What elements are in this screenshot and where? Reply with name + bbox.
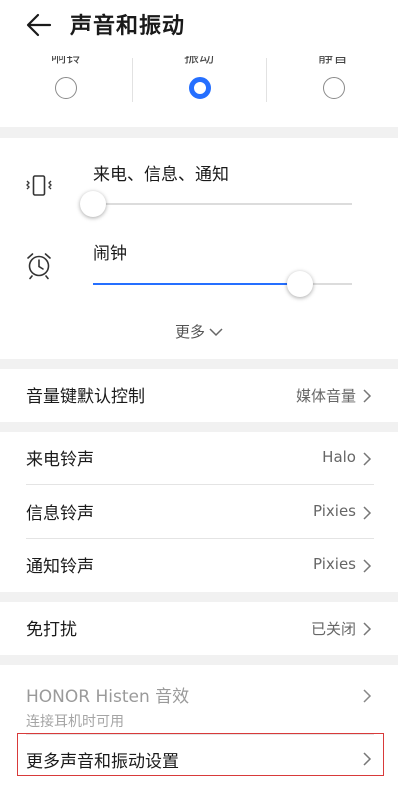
arrow-left-icon[interactable] bbox=[26, 12, 52, 38]
alarm-volume-thumb[interactable] bbox=[287, 271, 314, 297]
vibrate-phone-icon bbox=[26, 175, 52, 196]
row-title: 来电铃声 bbox=[26, 450, 94, 470]
chevron-right-icon bbox=[363, 622, 372, 636]
row-title: 信息铃声 bbox=[26, 504, 94, 524]
volume-card: 来电、信息、通知 闹钟 更多 bbox=[0, 138, 398, 359]
message-ringtone-row[interactable]: 信息铃声 Pixies bbox=[0, 486, 398, 539]
sound-mode-selector: 响铃 振动 静音 bbox=[0, 56, 398, 127]
notification-ringtone-row[interactable]: 通知铃声 Pixies bbox=[0, 539, 398, 592]
radio-vibrate[interactable] bbox=[189, 77, 211, 99]
dnd-row[interactable]: 免打扰 已关闭 bbox=[0, 602, 398, 655]
chevron-right-icon bbox=[363, 389, 372, 403]
alarm-volume-slider[interactable] bbox=[93, 271, 352, 297]
alarm-clock-icon bbox=[27, 253, 51, 280]
row-title: 通知铃声 bbox=[26, 557, 94, 577]
ring-volume-thumb[interactable] bbox=[80, 191, 106, 217]
mode-option-silent[interactable]: 静音 bbox=[267, 56, 398, 127]
histen-row[interactable]: HONOR Histen 音效 连接耳机时可用 bbox=[0, 665, 398, 735]
row-value: Halo bbox=[322, 448, 356, 466]
more-volumes-button[interactable]: 更多 bbox=[0, 321, 398, 342]
mode-label-vibrate: 振动 bbox=[183, 56, 214, 66]
mode-label-silent: 静音 bbox=[317, 56, 348, 66]
page-title: 声音和振动 bbox=[70, 14, 186, 39]
alarm-volume-label: 闹钟 bbox=[93, 244, 127, 264]
volume-key-row[interactable]: 音量键默认控制 媒体音量 bbox=[0, 369, 398, 422]
ring-volume-slider[interactable] bbox=[80, 191, 352, 217]
chevron-right-icon bbox=[363, 506, 372, 520]
radio-silent[interactable] bbox=[323, 77, 345, 99]
row-value: Pixies bbox=[313, 555, 356, 573]
ring-volume-label: 来电、信息、通知 bbox=[93, 165, 229, 185]
highlight-box bbox=[17, 733, 384, 776]
radio-ring[interactable] bbox=[55, 77, 77, 99]
alarm-volume-fill bbox=[93, 283, 301, 285]
mode-option-ring[interactable]: 响铃 bbox=[0, 56, 132, 127]
histen-subtitle: 连接耳机时可用 bbox=[26, 714, 124, 730]
call-ringtone-row[interactable]: 来电铃声 Halo bbox=[0, 432, 398, 485]
mode-option-vibrate[interactable]: 振动 bbox=[133, 56, 265, 127]
row-divider bbox=[26, 484, 374, 485]
app-header: 声音和振动 bbox=[0, 0, 398, 56]
more-volumes-label: 更多 bbox=[174, 323, 205, 341]
row-value: Pixies bbox=[313, 502, 356, 520]
ringtone-card: 来电铃声 Halo 信息铃声 Pixies 通知铃声 Pixies bbox=[0, 432, 398, 592]
chevron-right-icon bbox=[363, 452, 372, 466]
histen-title: HONOR Histen 音效 bbox=[26, 687, 190, 707]
dnd-card: 免打扰 已关闭 bbox=[0, 602, 398, 655]
row-value: 已关闭 bbox=[310, 620, 356, 638]
mode-label-ring: 响铃 bbox=[50, 56, 81, 66]
row-title: 音量键默认控制 bbox=[26, 387, 145, 407]
volume-key-card: 音量键默认控制 媒体音量 bbox=[0, 369, 398, 422]
chevron-right-icon bbox=[363, 689, 372, 703]
chevron-right-icon bbox=[363, 559, 372, 573]
row-value: 媒体音量 bbox=[295, 387, 356, 405]
chevron-down-icon bbox=[209, 328, 223, 337]
row-title: 免打扰 bbox=[26, 620, 77, 640]
